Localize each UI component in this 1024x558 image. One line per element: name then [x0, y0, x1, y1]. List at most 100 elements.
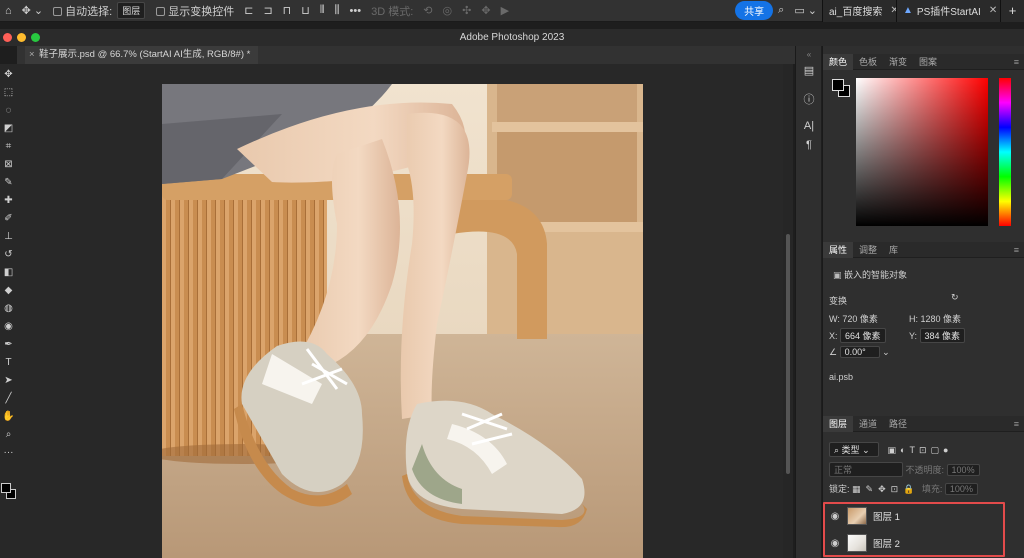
- dodge-tool-icon[interactable]: ◉: [1, 319, 16, 334]
- paragraph-panel-icon[interactable]: ¶: [802, 139, 816, 151]
- close-window-button[interactable]: [3, 33, 12, 42]
- y-row: Y: 384 像素: [909, 328, 966, 343]
- roll-3d-icon[interactable]: ◎: [438, 4, 458, 17]
- healing-brush-icon[interactable]: ✚: [1, 193, 16, 208]
- foreground-color-chip[interactable]: [832, 79, 844, 91]
- blur-tool-icon[interactable]: ◍: [1, 301, 16, 316]
- browser-tab-label: PS插件StartAI: [916, 7, 981, 18]
- character-panel-icon[interactable]: A|: [802, 120, 816, 132]
- minimize-window-button[interactable]: [17, 33, 26, 42]
- blend-mode-select[interactable]: 正常: [829, 462, 903, 477]
- workspace-icon[interactable]: ▭ ⌄: [789, 4, 822, 17]
- panel-menu-icon[interactable]: ≡: [1008, 54, 1024, 70]
- crop-tool-icon[interactable]: ⌗: [1, 139, 16, 154]
- orbit-3d-icon[interactable]: ⟲: [418, 4, 437, 17]
- tab-channels[interactable]: 通道: [853, 416, 883, 432]
- share-button[interactable]: 共享: [735, 1, 774, 20]
- layer-select[interactable]: 图层: [117, 2, 146, 19]
- tab-adjustments[interactable]: 调整: [853, 242, 883, 258]
- angle-input[interactable]: 0.00°: [839, 346, 880, 358]
- zoom-tool-icon[interactable]: ⌕: [1, 427, 16, 442]
- pen-tool-icon[interactable]: ✒: [1, 337, 16, 352]
- height-value[interactable]: 1280 像素: [921, 314, 962, 324]
- object-select-tool-icon[interactable]: ◩: [1, 121, 16, 136]
- browser-tab-baidu[interactable]: ai_百度搜索 ✕: [822, 0, 896, 22]
- startai-logo-icon: ▲: [903, 5, 913, 16]
- new-tab-button[interactable]: +: [1000, 0, 1024, 22]
- lock-icons[interactable]: ▦✎✥⊡🔒: [852, 484, 919, 494]
- reset-transform-icon[interactable]: ↻: [951, 292, 959, 303]
- tab-libraries[interactable]: 库: [883, 242, 904, 258]
- info-panel-icon[interactable]: ⓘ: [802, 91, 816, 107]
- path-select-icon[interactable]: ➤: [1, 373, 16, 388]
- tab-gradients[interactable]: 渐变: [883, 54, 913, 70]
- panel-menu-icon[interactable]: ≡: [1008, 416, 1024, 432]
- move-tool-icon[interactable]: ✥ ⌄: [17, 4, 49, 17]
- height-row: H: 1280 像素: [909, 312, 961, 325]
- slide-3d-icon[interactable]: ✥: [476, 4, 495, 17]
- document-tab[interactable]: × 鞋子展示.psd @ 66.7% (StartAI AI生成, RGB/8#…: [25, 46, 259, 64]
- chevron-down-icon[interactable]: ⌄: [882, 347, 890, 357]
- more-tools-icon[interactable]: ···: [1, 445, 16, 460]
- browser-tab-label: ai_百度搜索: [829, 7, 883, 18]
- align-center-icon[interactable]: ⊐: [258, 4, 277, 17]
- close-icon[interactable]: ×: [29, 46, 35, 64]
- hue-slider[interactable]: [999, 78, 1011, 226]
- close-icon[interactable]: ✕: [989, 5, 997, 16]
- filter-icons[interactable]: ▣◐T⊡▢●: [888, 445, 953, 455]
- auto-select-label: 自动选择:: [65, 5, 113, 18]
- more-options-icon[interactable]: •••: [345, 5, 367, 17]
- align-right-icon[interactable]: ⊓: [278, 4, 297, 17]
- app-title: Adobe Photoshop 2023: [459, 32, 565, 43]
- eraser-tool-icon[interactable]: ◧: [1, 265, 16, 280]
- type-tool-icon[interactable]: T: [1, 355, 16, 370]
- mode-3d-label: 3D 模式:: [371, 5, 414, 18]
- tab-swatches[interactable]: 色板: [853, 54, 883, 70]
- color-picker-field[interactable]: [856, 78, 988, 226]
- browser-tab-startai[interactable]: ▲ PS插件StartAI ✕: [896, 0, 1000, 22]
- home-icon[interactable]: ⌂: [0, 5, 17, 17]
- show-transform-checkbox[interactable]: 显示变换控件: [151, 3, 239, 19]
- foreground-color-swatch[interactable]: [1, 483, 11, 493]
- tab-layers[interactable]: 图层: [823, 415, 854, 432]
- scrollbar-thumb[interactable]: [786, 234, 790, 474]
- x-input[interactable]: 664 像素: [840, 328, 886, 343]
- history-brush-icon[interactable]: ↺: [1, 247, 16, 262]
- blend-row: 正常 不透明度: 100%: [829, 462, 980, 477]
- search-icon[interactable]: ⌕: [773, 4, 789, 17]
- pan-3d-icon[interactable]: ✣: [457, 4, 476, 17]
- width-value[interactable]: 720 像素: [842, 314, 878, 324]
- collapse-icon[interactable]: «: [802, 50, 816, 59]
- line-tool-icon[interactable]: ╱: [1, 391, 16, 406]
- tab-paths[interactable]: 路径: [883, 416, 913, 432]
- tab-properties[interactable]: 属性: [823, 241, 854, 258]
- tab-patterns[interactable]: 图案: [913, 54, 943, 70]
- move-tool-icon[interactable]: ✥: [1, 67, 16, 82]
- eyedropper-tool-icon[interactable]: ✎: [1, 175, 16, 190]
- opacity-input[interactable]: 100%: [946, 464, 980, 476]
- auto-select-checkbox[interactable]: 自动选择:: [48, 3, 117, 19]
- fill-input[interactable]: 100%: [944, 483, 978, 495]
- distribute-vertical-icon[interactable]: ⫼: [329, 4, 344, 17]
- align-top-icon[interactable]: ⊔: [296, 4, 315, 17]
- panel-menu-icon[interactable]: ≡: [1008, 242, 1024, 258]
- transform-heading: 变换: [829, 296, 848, 306]
- history-panel-icon[interactable]: ▤: [802, 64, 816, 77]
- y-input[interactable]: 384 像素: [919, 328, 966, 343]
- camera-3d-icon[interactable]: ▶: [496, 4, 514, 17]
- distribute-icon[interactable]: ⫴: [315, 4, 330, 17]
- angle-row: ∠ 0.00° ⌄: [829, 346, 890, 358]
- brush-tool-icon[interactable]: ✐: [1, 211, 16, 226]
- frame-tool-icon[interactable]: ⊠: [1, 157, 16, 172]
- align-left-icon[interactable]: ⊏: [239, 4, 258, 17]
- paint-bucket-icon[interactable]: ◆: [1, 283, 16, 298]
- hand-tool-icon[interactable]: ✋: [1, 409, 16, 424]
- marquee-tool-icon[interactable]: ⬚: [1, 85, 16, 100]
- document-image[interactable]: [162, 84, 643, 558]
- stamp-tool-icon[interactable]: ⊥: [1, 229, 16, 244]
- lasso-tool-icon[interactable]: ◌: [1, 103, 16, 118]
- maximize-window-button[interactable]: [31, 33, 40, 42]
- tab-color[interactable]: 颜色: [823, 53, 854, 70]
- layer-filter-select[interactable]: ⌕ 类型 ⌄: [829, 442, 879, 457]
- canvas-vertical-scrollbar[interactable]: [783, 64, 793, 558]
